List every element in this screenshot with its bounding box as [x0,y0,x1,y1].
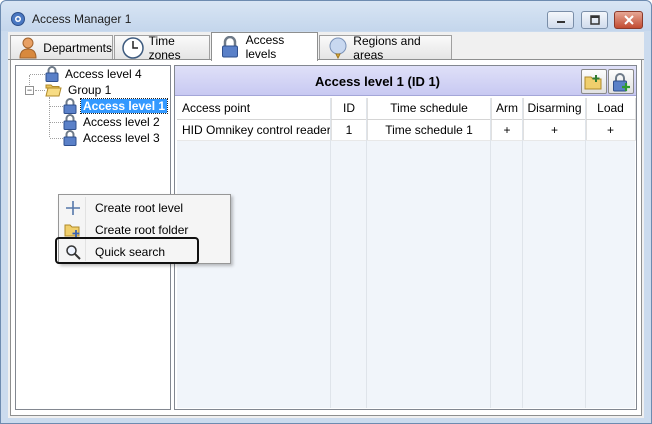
balloon-icon [326,37,349,59]
minimize-icon [556,21,565,23]
context-menu: Create root level Create root folder Qui… [58,194,231,264]
table-row[interactable]: HID Omnikey control reader 1 1 Time sche… [177,119,636,141]
grid-column-divider [490,98,491,408]
tree-item-label: Access level 1 [79,98,169,114]
access-points-grid[interactable]: Access point ID Time schedule Arm Disarm… [177,98,636,408]
cell-load[interactable]: + [586,119,636,141]
tab-departments[interactable]: Departments [10,35,113,60]
menu-item-create-root-folder[interactable]: Create root folder [61,219,228,241]
column-header-disarming[interactable]: Disarming [523,98,587,120]
detail-header: Access level 1 (ID 1) [175,66,636,96]
tree-item-label: Access level 3 [83,131,160,145]
tab-label: Access levels [245,33,285,61]
grid-header-row: Access point ID Time schedule Arm Disarm… [177,98,636,120]
grid-table: Access point ID Time schedule Arm Disarm… [177,98,636,141]
menu-item-label: Create root level [95,201,184,215]
tree-connector [50,106,63,107]
lock-icon [218,36,242,58]
add-level-button[interactable] [608,69,634,94]
maximize-icon [589,15,600,25]
column-header-access-point[interactable]: Access point [177,98,332,120]
tree-connector [50,122,63,123]
title-bar[interactable]: Access Manager 1 [1,1,651,31]
tree-connector [30,74,45,75]
collapse-toggle[interactable]: − [25,86,34,95]
tree-item[interactable]: Access level 3 [63,130,162,146]
column-header-time-schedule[interactable]: Time schedule [367,98,492,120]
grid-column-divider [330,98,331,408]
tree-connector [50,138,63,139]
grid-column-divider [585,98,586,408]
minimize-button[interactable] [547,11,574,29]
tab-access-levels[interactable]: Access levels [211,32,318,61]
tab-label: Time zones [148,34,181,62]
tab-label: Regions and areas [353,34,421,62]
tree-connector [35,90,45,91]
grid-column-divider [366,98,367,408]
add-folder-button[interactable] [581,69,607,94]
column-header-load[interactable]: Load [586,98,636,120]
menu-item-label: Quick search [95,245,166,259]
tree-item-label: Access level 4 [65,67,142,81]
lock-icon [45,66,59,82]
cell-disarming[interactable]: + [523,119,587,141]
column-header-id[interactable]: ID [331,98,368,120]
tab-divider [8,59,644,60]
tree-item-label: Group 1 [68,83,112,97]
plus-icon [61,198,85,218]
tree-item[interactable]: Access level 4 [45,66,144,82]
folder-add-icon [61,220,85,240]
grid-column-divider [522,98,523,408]
menu-item-quick-search[interactable]: Quick search [61,241,228,263]
tab-regions-and-areas[interactable]: Regions and areas [319,34,452,62]
menu-item-label: Create root folder [95,223,189,237]
lock-icon [63,98,77,114]
app-gear-icon [10,11,26,27]
detail-title: Access level 1 (ID 1) [314,74,441,89]
folder-open-icon [45,84,62,97]
tree-item[interactable]: Access level 2 [63,114,162,130]
add-folder-icon [584,74,602,89]
add-level-icon [613,72,630,91]
maximize-button[interactable] [581,11,608,29]
cell-arm[interactable]: + [491,119,524,141]
tab-strip: Departments Time zones Access levels Reg… [8,32,644,62]
tab-time-zones[interactable]: Time zones [114,34,210,62]
column-header-arm[interactable]: Arm [491,98,524,120]
menu-item-create-root-level[interactable]: Create root level [61,197,228,219]
close-button[interactable] [614,11,643,29]
app-window: Access Manager 1 Departments Time zones … [0,0,652,424]
cell-access-point[interactable]: HID Omnikey control reader 1 [177,119,332,141]
access-level-detail: Access level 1 (ID 1) Access point ID Ti… [174,65,637,410]
lock-icon [63,130,77,146]
tab-label: Departments [43,41,112,55]
lock-icon [63,114,77,130]
close-icon [623,15,634,25]
magnifier-icon [61,242,85,262]
tree-item-label: Access level 2 [83,115,160,129]
person-icon [17,37,39,59]
cell-id[interactable]: 1 [331,119,368,141]
window-title: Access Manager 1 [32,12,132,26]
tree-item-selected[interactable]: Access level 1 [63,98,169,114]
cell-time-schedule[interactable]: Time schedule 1 [367,119,492,141]
clock-icon [121,37,145,59]
tree-folder[interactable]: Group 1 [45,82,113,98]
tree-connector [49,97,50,137]
